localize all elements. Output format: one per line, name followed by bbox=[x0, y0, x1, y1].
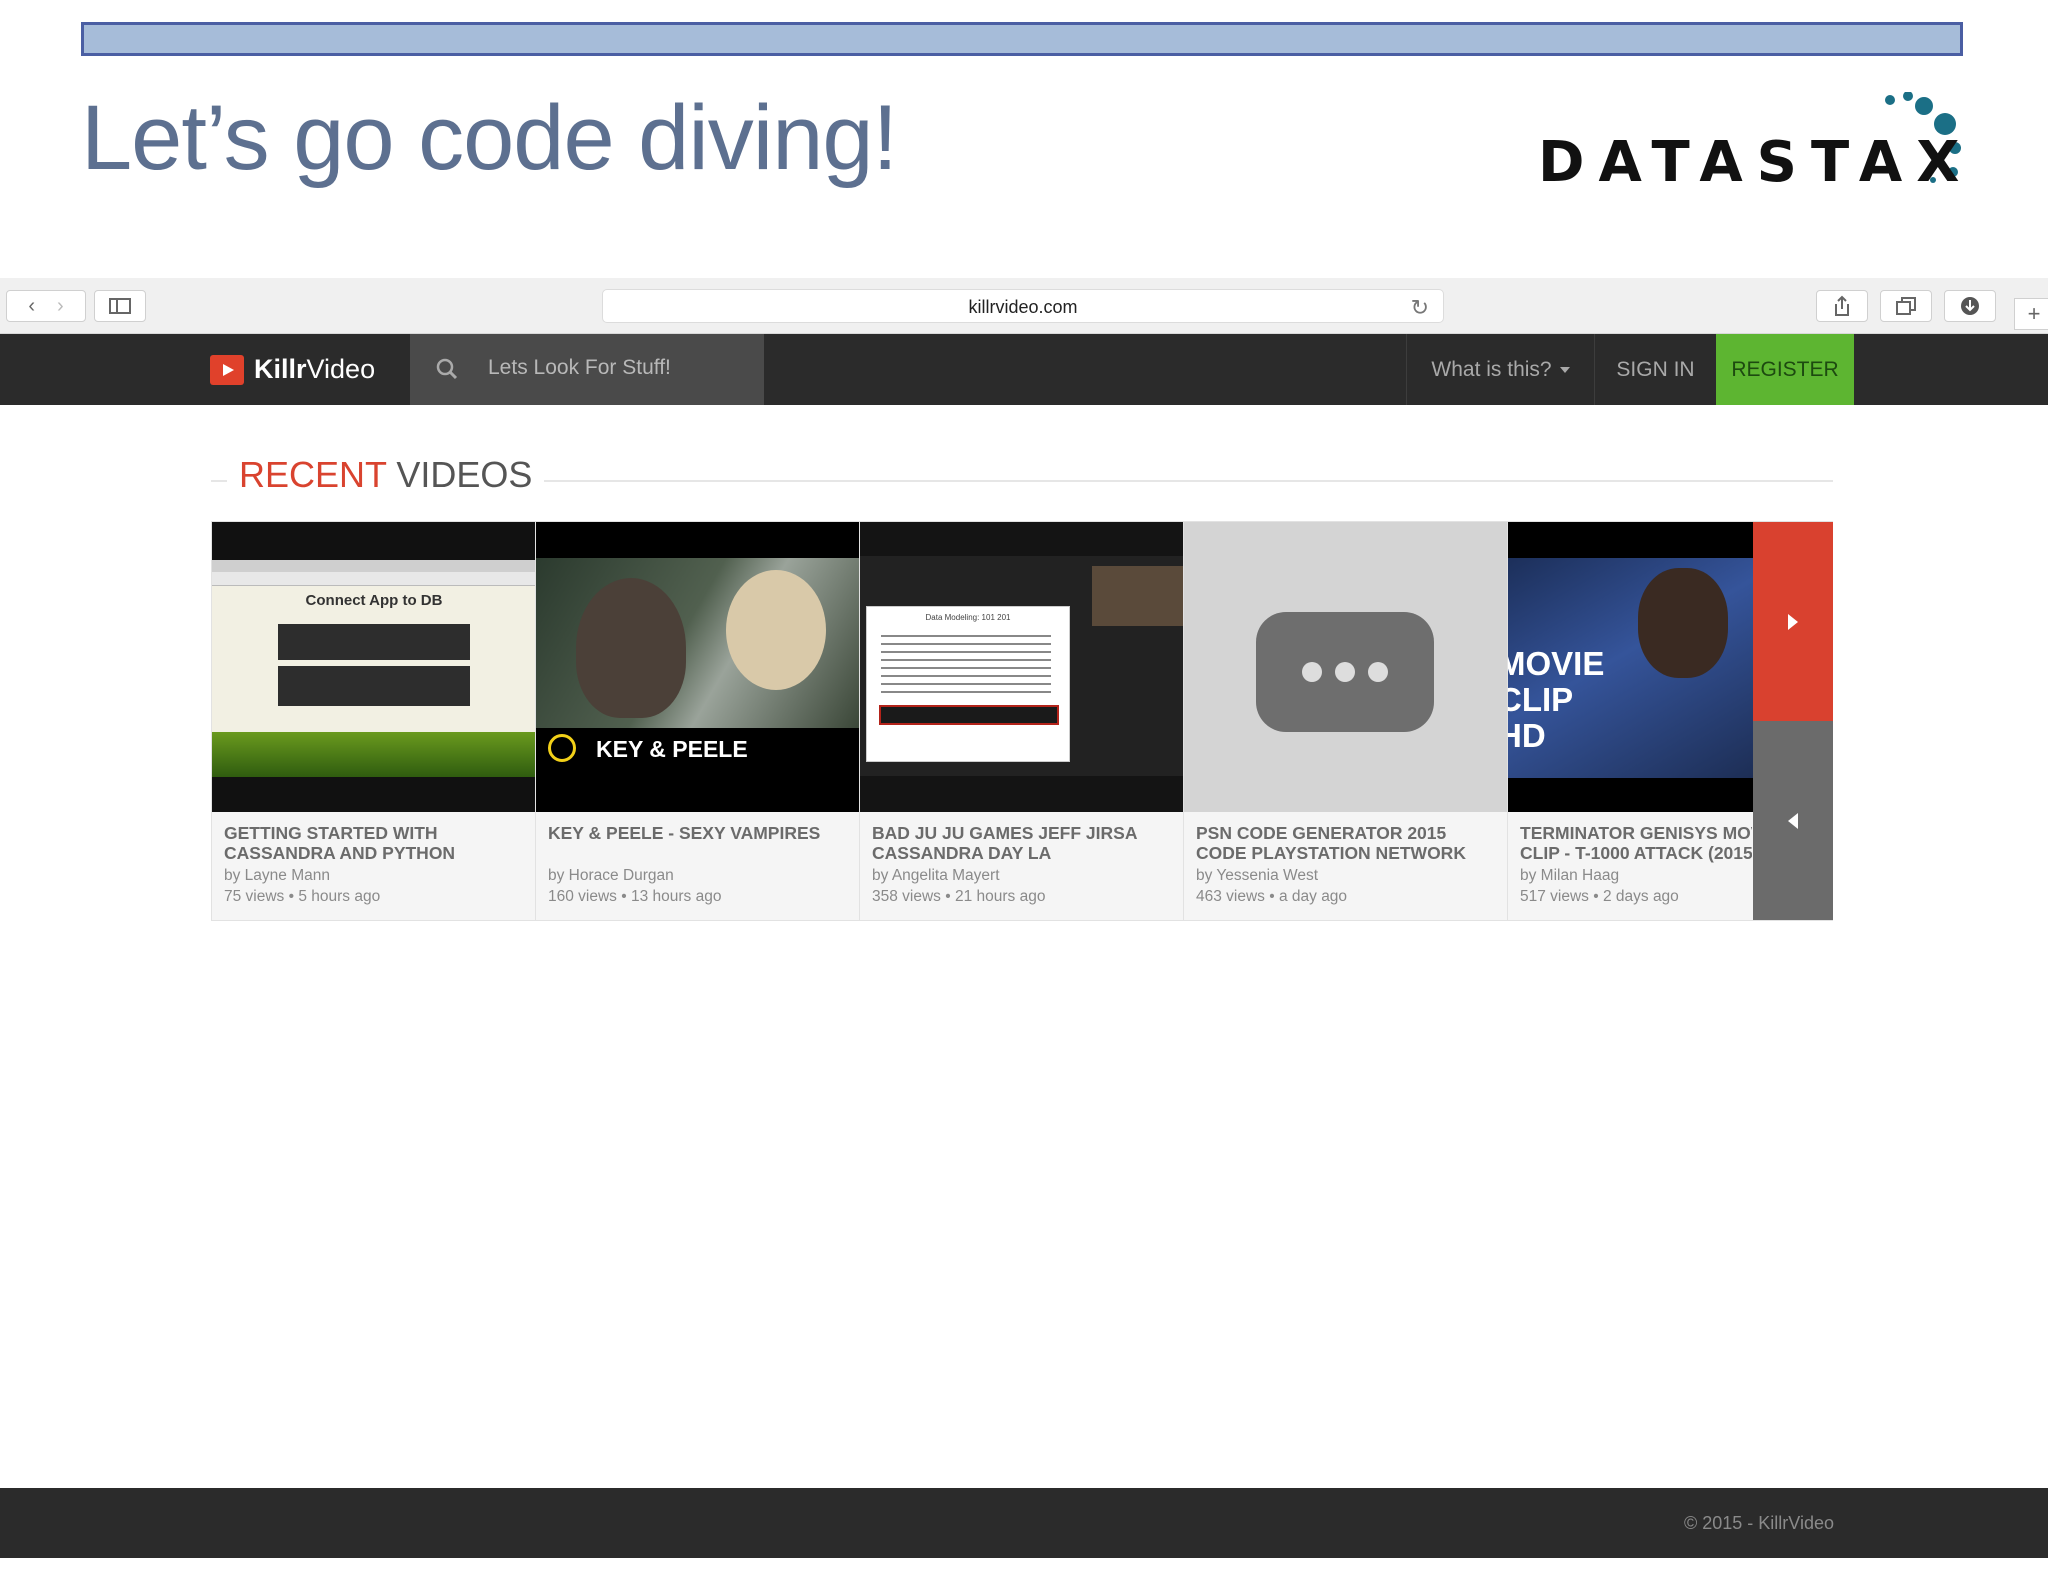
video-card[interactable]: Data Modeling: 101 201 BAD JU JU GAMES J… bbox=[860, 522, 1184, 920]
screencast-desktop bbox=[212, 732, 535, 777]
killrvideo-logo[interactable]: KillrVideo bbox=[210, 354, 375, 385]
screencast-menubar bbox=[212, 560, 535, 572]
talk-slide-text bbox=[881, 635, 1051, 695]
new-tab-icon: + bbox=[2027, 301, 2041, 326]
carousel-next-button[interactable] bbox=[1753, 522, 1833, 721]
movieclip-figure bbox=[1638, 568, 1728, 678]
recent-videos-heading: RECENT VIDEOS bbox=[211, 454, 1833, 504]
tvshow-still bbox=[536, 558, 859, 728]
search-value: Lets Look For Stuff! bbox=[488, 356, 671, 379]
address-bar[interactable]: killrvideo.com ↻ bbox=[602, 289, 1444, 323]
video-author: by Layne Mann bbox=[224, 867, 330, 884]
search-icon bbox=[436, 358, 458, 380]
forward-icon[interactable]: › bbox=[57, 295, 64, 318]
video-meta: 517 views • 2 days ago bbox=[1520, 888, 1679, 905]
video-card[interactable]: KEY & PEELE KEY & PEELE - SEXY VAMPIRES … bbox=[536, 522, 860, 920]
screencast-caption: Connect App to DB bbox=[305, 592, 443, 609]
section-title: RECENT VIDEOS bbox=[227, 454, 545, 496]
reload-icon[interactable]: ↻ bbox=[1411, 295, 1429, 321]
killrvideo-logo-text: KillrVideo bbox=[254, 354, 375, 385]
video-thumbnail[interactable]: MOVIE CLIP HD bbox=[1508, 522, 1753, 812]
video-thumbnail[interactable]: Connect App to DB bbox=[212, 522, 535, 812]
search-input[interactable]: Lets Look For Stuff! bbox=[410, 334, 764, 405]
what-is-this-dropdown[interactable]: What is this? bbox=[1406, 334, 1594, 405]
video-thumbnail[interactable] bbox=[1184, 522, 1507, 812]
browser-toolbar: ‹ › killrvideo.com ↻ + bbox=[0, 278, 2048, 334]
video-author: by Horace Durgan bbox=[548, 867, 674, 884]
site-navbar: KillrVideo Lets Look For Stuff! What is … bbox=[0, 334, 2048, 405]
back-icon[interactable]: ‹ bbox=[28, 295, 35, 318]
video-meta: 463 views • a day ago bbox=[1196, 888, 1348, 905]
screencast-code-block bbox=[278, 666, 470, 706]
site-footer: © 2015 - KillrVideo bbox=[0, 1488, 2048, 1558]
share-icon bbox=[1835, 295, 1849, 316]
arrow-right-icon bbox=[1788, 613, 1798, 630]
new-tab-button[interactable]: + bbox=[2014, 298, 2048, 330]
downloads-button[interactable] bbox=[1944, 290, 1996, 322]
video-meta: 358 views • 21 hours ago bbox=[872, 888, 1046, 905]
section-title-rest: VIDEOS bbox=[396, 454, 533, 495]
video-card[interactable]: MOVIE CLIP HD TERMINATOR GENISYS MOVIE C… bbox=[1508, 522, 1753, 920]
recent-videos-carousel: Connect App to DB GETTING STARTED WITH C… bbox=[211, 521, 1833, 921]
video-title[interactable]: PSN CODE GENERATOR 2015 CODE PLAYSTATION… bbox=[1196, 823, 1506, 863]
video-title[interactable]: TERMINATOR GENISYS MOVIE CLIP - T-1000 A… bbox=[1520, 823, 1752, 863]
play-logo-icon bbox=[210, 354, 244, 385]
logo-text-bold: Killr bbox=[254, 354, 307, 384]
datastax-logo: DATASTAX bbox=[1538, 92, 1968, 195]
video-title[interactable]: GETTING STARTED WITH CASSANDRA AND PYTHO… bbox=[224, 823, 534, 863]
tabs-icon bbox=[1896, 297, 1916, 315]
slide-title: Let’s go code diving! bbox=[81, 87, 898, 189]
footer-copyright: © 2015 - KillrVideo bbox=[1683, 1513, 1834, 1533]
tvshow-figure bbox=[726, 570, 826, 690]
register-label: REGISTER bbox=[1731, 357, 1839, 381]
register-button[interactable]: REGISTER bbox=[1716, 334, 1854, 405]
thumbnail-caption: KEY & PEELE bbox=[596, 736, 748, 762]
talk-slide-code bbox=[879, 705, 1059, 725]
video-author: by Angelita Mayert bbox=[872, 867, 1000, 884]
what-is-this-label: What is this? bbox=[1431, 357, 1552, 381]
back-forward-group: ‹ › bbox=[6, 290, 86, 322]
placeholder-dot bbox=[1368, 662, 1388, 682]
screencast-window: Connect App to DB bbox=[212, 560, 535, 732]
section-title-accent: RECENT bbox=[239, 454, 387, 495]
video-title[interactable]: KEY & PEELE - SEXY VAMPIRES bbox=[548, 823, 858, 843]
sidebar-icon bbox=[109, 298, 131, 314]
logo-text-rest: Video bbox=[306, 354, 376, 384]
share-button[interactable] bbox=[1816, 290, 1868, 322]
talk-slide: Data Modeling: 101 201 bbox=[866, 606, 1070, 762]
screencast-tabs bbox=[212, 572, 535, 586]
download-icon bbox=[1961, 297, 1979, 315]
placeholder-dot bbox=[1335, 662, 1355, 682]
url-text: killrvideo.com bbox=[968, 297, 1078, 317]
arrow-left-icon bbox=[1788, 812, 1798, 829]
placeholder-dot bbox=[1302, 662, 1322, 682]
caret-down-icon bbox=[1559, 366, 1570, 373]
tabs-button[interactable] bbox=[1880, 290, 1932, 322]
video-card[interactable]: PSN CODE GENERATOR 2015 CODE PLAYSTATION… bbox=[1184, 522, 1508, 920]
video-title[interactable]: BAD JU JU GAMES JEFF JIRSA CASSANDRA DAY… bbox=[872, 823, 1182, 863]
datastax-wordmark: DATASTAX bbox=[1538, 130, 1974, 195]
video-author: by Yessenia West bbox=[1196, 867, 1319, 884]
video-meta: 160 views • 13 hours ago bbox=[548, 888, 722, 905]
comedy-central-icon bbox=[548, 734, 576, 762]
video-card[interactable]: Connect App to DB GETTING STARTED WITH C… bbox=[212, 522, 536, 920]
sidebar-button[interactable] bbox=[94, 290, 146, 322]
video-author: by Milan Haag bbox=[1520, 867, 1620, 884]
tvshow-figure bbox=[576, 578, 686, 718]
video-meta: 75 views • 5 hours ago bbox=[224, 888, 381, 905]
video-thumbnail[interactable]: Data Modeling: 101 201 bbox=[860, 522, 1183, 812]
slide-header-bar bbox=[81, 22, 1963, 56]
movieclip-caption: MOVIE CLIP HD bbox=[1508, 645, 1605, 754]
screencast-code-block bbox=[278, 624, 470, 660]
carousel-prev-button[interactable] bbox=[1753, 721, 1833, 920]
talk-speaker-video bbox=[1092, 566, 1183, 626]
sign-in-button[interactable]: SIGN IN bbox=[1594, 334, 1716, 405]
talk-slide-title: Data Modeling: 101 201 bbox=[925, 613, 1011, 622]
placeholder-play-icon bbox=[1256, 612, 1434, 732]
video-thumbnail[interactable]: KEY & PEELE bbox=[536, 522, 859, 812]
sign-in-label: SIGN IN bbox=[1616, 357, 1695, 381]
